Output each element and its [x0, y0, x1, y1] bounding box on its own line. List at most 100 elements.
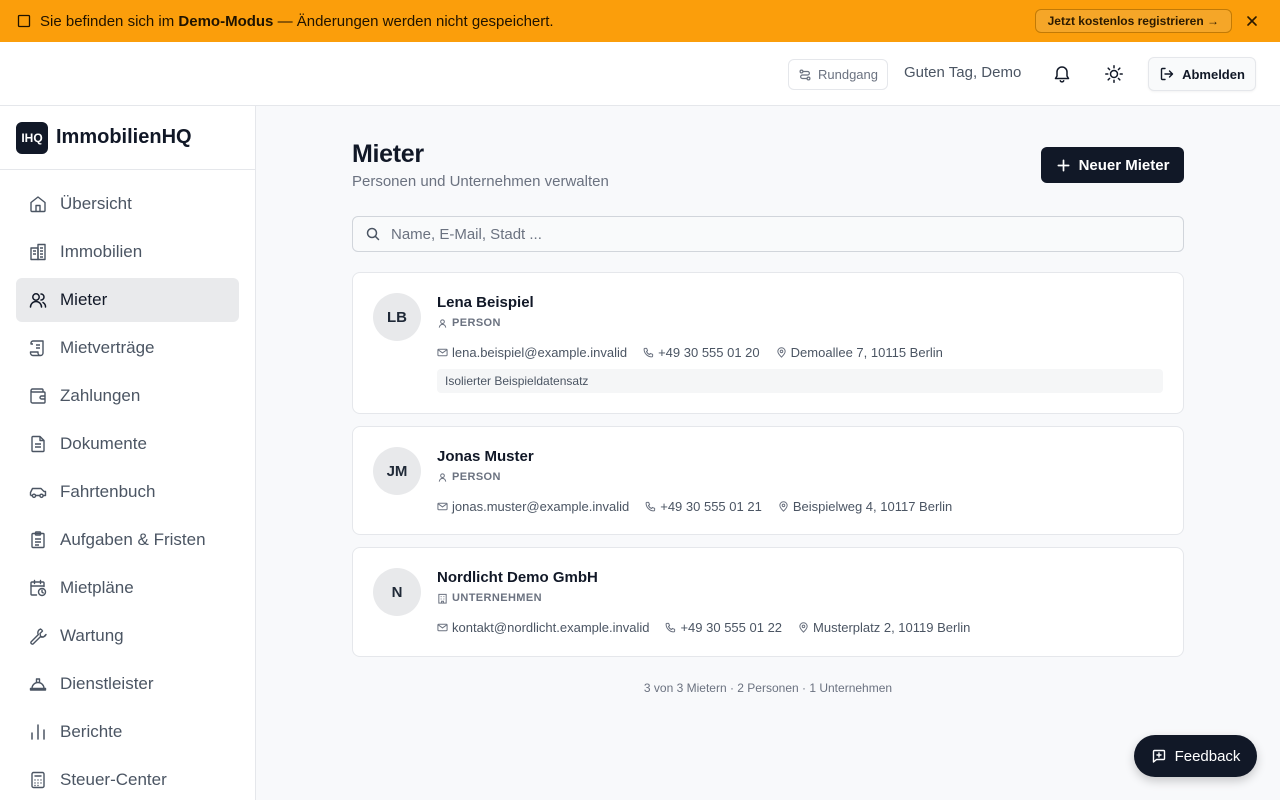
avatar: N [373, 568, 421, 616]
tenant-name[interactable]: Lena Beispiel [437, 294, 534, 311]
feedback-button[interactable]: Feedback [1134, 735, 1257, 777]
building-icon [30, 243, 46, 261]
sun-icon[interactable] [1104, 64, 1124, 84]
sidebar-item-steuer-center[interactable]: Steuer-Center [16, 758, 239, 800]
demo-banner-text: Sie befinden sich im Demo-Modus — Änderu… [40, 12, 554, 30]
tenant-phone[interactable]: +49 30 555 01 20 [643, 345, 760, 360]
tenant-type: PERSON [437, 317, 501, 329]
brand-name: ImmobilienHQ [56, 126, 192, 148]
tenant-note: Isolierter Beispieldatensatz [437, 369, 1163, 393]
tenant-contacts: kontakt@nordlicht.example.invalid +49 30… [437, 620, 986, 635]
tenant-phone-text: +49 30 555 01 21 [660, 499, 762, 514]
sidebar-item-dienstleister[interactable]: Dienstleister [16, 662, 239, 706]
sidebar-item-zahlungen[interactable]: Zahlungen [16, 374, 239, 418]
sidebar-item-label: Immobilien [60, 242, 143, 261]
sidebar-item-fahrtenbuch[interactable]: Fahrtenbuch [16, 470, 239, 514]
sidebar-item-wartung[interactable]: Wartung [16, 614, 239, 658]
logout-icon [1160, 67, 1174, 81]
brand-logo: IHQ [16, 121, 48, 154]
person-icon [438, 472, 447, 482]
phone-icon [666, 622, 676, 633]
tenant-name[interactable]: Jonas Muster [437, 448, 534, 465]
calendar-clock-icon [30, 579, 47, 597]
scroll-icon [29, 340, 44, 357]
wallet-icon [30, 388, 46, 404]
sidebar-item-aufgaben[interactable]: Aufgaben & Fristen [16, 518, 239, 562]
tenant-email-text: lena.beispiel@example.invalid [452, 345, 628, 360]
top-header: Rundgang Guten Tag, Demo Abmelden [0, 42, 1280, 106]
page-subtitle: Personen und Unternehmen verwalten [352, 173, 609, 190]
tenant-type: UNTERNEHMEN [437, 592, 542, 604]
tour-button[interactable]: Rundgang [788, 59, 888, 90]
clipboard-icon [31, 531, 45, 549]
sidebar-item-label: Wartung [60, 626, 124, 645]
tenant-summary: 3 von 3 Mietern · 2 Personen · 1 Unterne… [643, 681, 893, 695]
brand[interactable]: IHQ ImmobilienHQ [0, 106, 255, 170]
mail-icon [437, 502, 448, 511]
sidebar-item-mietplaene[interactable]: Mietpläne [16, 566, 239, 610]
sidebar-item-label: Mietverträge [60, 338, 155, 357]
tenant-phone[interactable]: +49 30 555 01 22 [665, 620, 782, 635]
tour-label: Rundgang [818, 67, 878, 82]
message-plus-icon [1152, 749, 1165, 763]
tenant-email[interactable]: kontakt@nordlicht.example.invalid [437, 620, 649, 635]
tenant-address-text: Demoallee 7, 10115 Berlin [790, 345, 943, 360]
tenant-card[interactable]: N Nordlicht Demo GmbH UNTERNEHMEN kontak… [352, 547, 1184, 657]
sidebar-item-label: Berichte [60, 722, 123, 741]
search-icon [366, 227, 380, 241]
search-box[interactable] [352, 216, 1184, 252]
sidebar-item-uebersicht[interactable]: Übersicht [16, 182, 239, 226]
search-input[interactable] [391, 225, 1171, 243]
sidebar-item-label: Zahlungen [60, 386, 141, 405]
mail-icon [437, 623, 448, 632]
file-icon [31, 435, 45, 453]
person-icon [438, 318, 447, 328]
register-button[interactable]: Jetzt kostenlos registrieren → [1034, 9, 1232, 33]
tenant-name[interactable]: Nordlicht Demo GmbH [437, 569, 598, 586]
main-content: Mieter Personen und Unternehmen verwalte… [256, 106, 1280, 800]
tenant-card[interactable]: JM Jonas Muster PERSON jonas.muster@exam… [352, 426, 1184, 535]
building-icon [438, 593, 447, 604]
tenant-contacts: lena.beispiel@example.invalid +49 30 555… [437, 345, 959, 360]
tenant-phone-text: +49 30 555 01 20 [658, 345, 760, 360]
sidebar-item-label: Übersicht [60, 194, 132, 213]
sidebar-nav: Übersicht Immobilien Mieter Mietverträge… [0, 170, 255, 800]
tenant-email[interactable]: jonas.muster@example.invalid [437, 499, 629, 514]
close-icon[interactable] [1244, 13, 1260, 29]
map-pin-icon [776, 347, 786, 358]
new-tenant-button[interactable]: Neuer Mieter [1041, 147, 1184, 183]
logout-button[interactable]: Abmelden [1148, 57, 1256, 91]
tenant-card[interactable]: LB Lena Beispiel PERSON lena.beispiel@ex… [352, 272, 1184, 414]
sidebar-item-mieter[interactable]: Mieter [16, 278, 239, 322]
tenant-email-text: jonas.muster@example.invalid [452, 499, 630, 514]
tenant-address: Beispielweg 4, 10117 Berlin [778, 499, 952, 514]
sidebar-item-dokumente[interactable]: Dokumente [16, 422, 239, 466]
tenant-phone[interactable]: +49 30 555 01 21 [645, 499, 762, 514]
map-pin-icon [799, 622, 808, 633]
home-icon [30, 196, 46, 213]
sidebar-item-label: Dienstleister [60, 674, 154, 693]
sidebar-item-label: Mietpläne [60, 578, 134, 597]
map-pin-icon [779, 501, 788, 512]
tenant-type: PERSON [437, 471, 501, 483]
sidebar-item-berichte[interactable]: Berichte [16, 710, 239, 754]
sidebar-item-immobilien[interactable]: Immobilien [16, 230, 239, 274]
tenant-email-text: kontakt@nordlicht.example.invalid [452, 620, 650, 635]
wrench-icon [30, 628, 47, 645]
greeting-text: Guten Tag, Demo [904, 64, 1022, 81]
mail-icon [437, 348, 448, 357]
tenant-phone-text: +49 30 555 01 22 [680, 620, 783, 635]
tenant-address: Musterplatz 2, 10119 Berlin [798, 620, 970, 635]
plus-icon [1057, 159, 1070, 171]
sidebar-item-label: Fahrtenbuch [60, 482, 156, 501]
sidebar-item-label: Aufgaben & Fristen [60, 530, 206, 549]
tenant-type-label: PERSON [452, 317, 501, 329]
sidebar-item-label: Dokumente [60, 434, 147, 453]
tenant-type-label: PERSON [452, 471, 501, 483]
sidebar-item-mietvertraege[interactable]: Mietverträge [16, 326, 239, 370]
bell-icon[interactable] [1052, 64, 1072, 84]
tenant-contacts: jonas.muster@example.invalid +49 30 555 … [437, 499, 968, 514]
tenant-email[interactable]: lena.beispiel@example.invalid [437, 345, 627, 360]
feedback-label: Feedback [1174, 747, 1241, 765]
calculator-icon [31, 771, 45, 789]
